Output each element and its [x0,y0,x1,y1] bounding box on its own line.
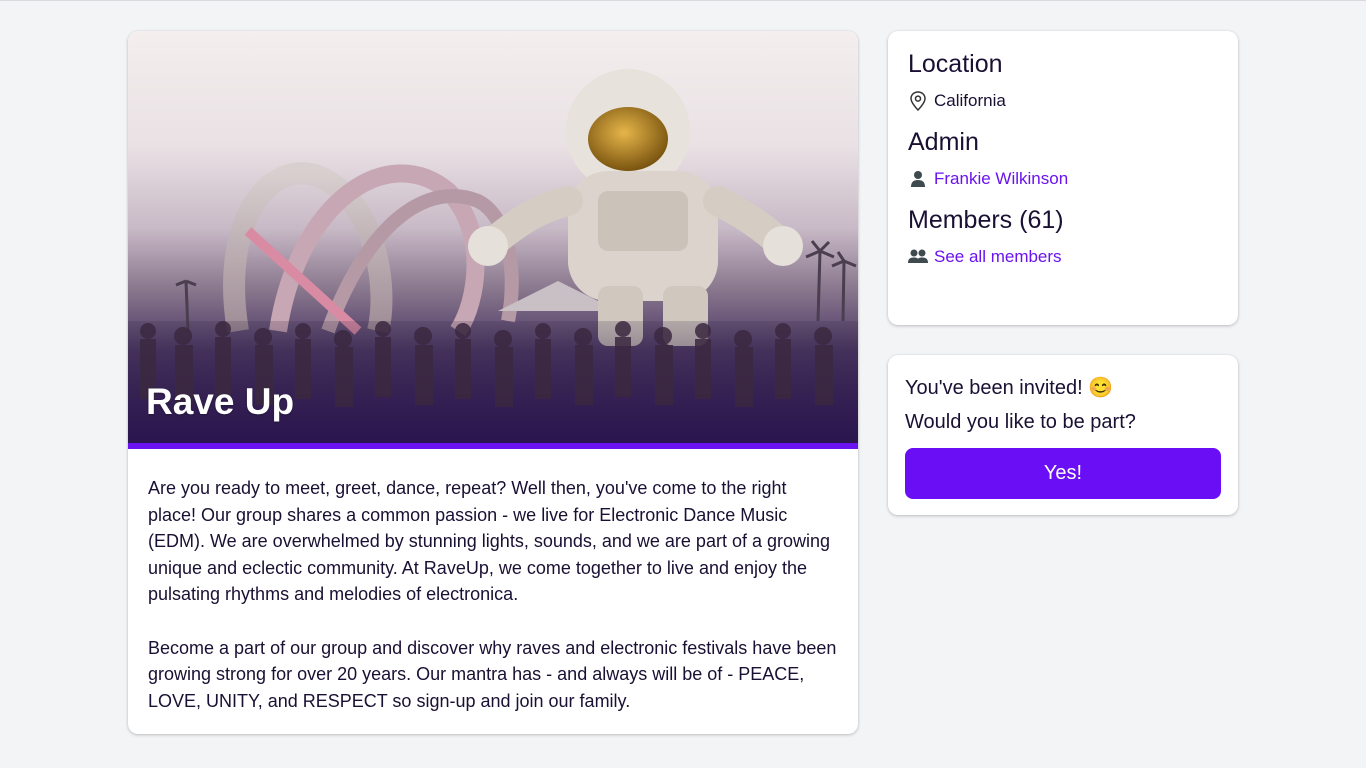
location-row: California [908,91,1218,111]
group-description: Are you ready to meet, greet, dance, rep… [128,449,858,714]
members-heading: Members (61) [908,206,1064,234]
user-icon [908,169,928,189]
description-paragraph: Become a part of our group and discover … [148,637,837,711]
group-card: Rave Up Are you ready to meet, greet, da… [128,31,858,734]
members-row: See all members [908,247,1218,267]
description-paragraph: Are you ready to meet, greet, dance, rep… [148,478,831,605]
users-icon [908,247,928,267]
invite-question: Would you like to be part? [905,411,1136,433]
map-pin-icon [908,91,928,111]
location-value: California [934,91,1006,110]
group-info-card: Location California Admin Frankie Wilkin… [888,31,1238,325]
admin-row: Frankie Wilkinson [908,169,1218,189]
accept-invite-button[interactable]: Yes! [905,448,1221,499]
admin-name-link[interactable]: Frankie Wilkinson [934,169,1068,189]
group-title: Rave Up [146,381,295,422]
see-all-members-link[interactable]: See all members [934,247,1062,267]
group-hero-image: Rave Up [128,31,858,443]
admin-heading: Admin [908,128,979,156]
location-heading: Location [908,50,1003,78]
invite-message: You've been invited! 😊 [905,377,1114,399]
invite-card: You've been invited! 😊 Would you like to… [888,355,1238,515]
